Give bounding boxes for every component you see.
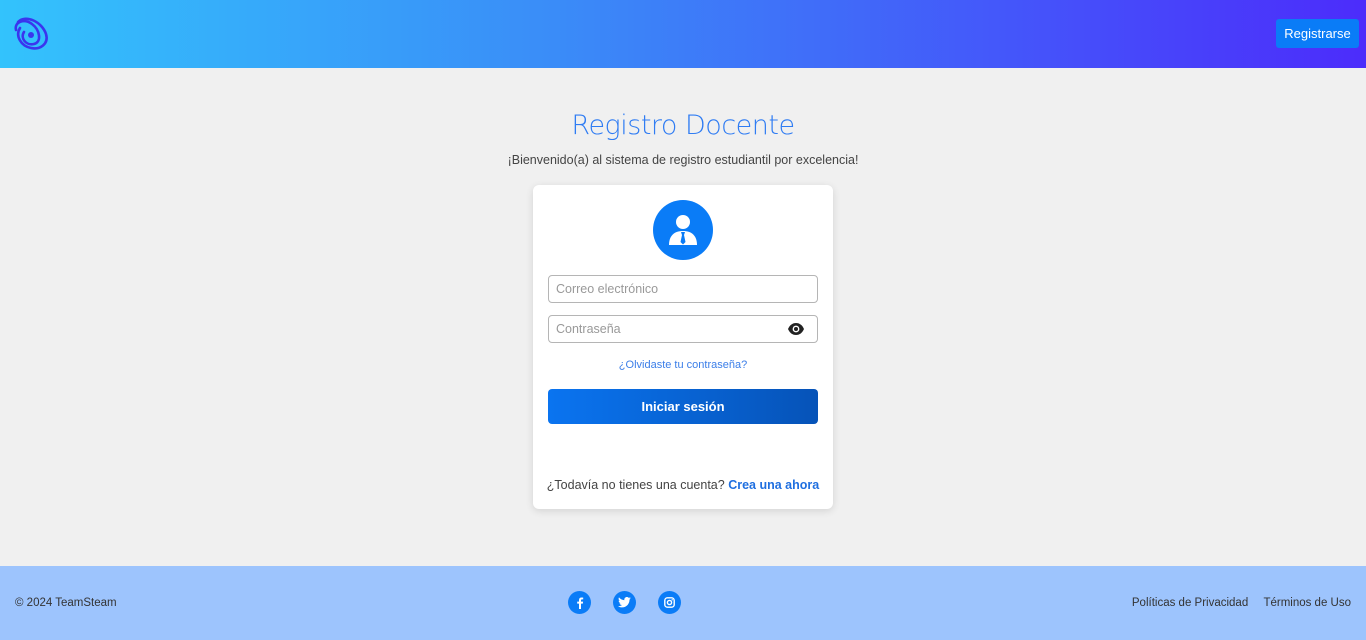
no-account-text: ¿Todavía no tienes una cuenta? [546,478,725,492]
terms-of-use-link[interactable]: Términos de Uso [1263,597,1351,609]
twitter-icon[interactable] [613,591,636,614]
avatar [653,200,713,260]
show-password-eye-icon[interactable] [787,322,805,336]
signup-prompt: ¿Todavía no tienes una cuenta? Crea una … [533,478,833,492]
forgot-password-link[interactable]: ¿Olvidaste tu contraseña? [533,359,833,371]
login-card: ¿Olvidaste tu contraseña? Iniciar sesión… [533,185,833,509]
footer-links: Políticas de Privacidad Términos de Uso [1120,597,1351,609]
email-field[interactable] [548,275,818,303]
page-title: Registro Docente [571,110,795,141]
create-account-link[interactable]: Crea una ahora [728,478,819,492]
register-button[interactable]: Registrarse [1276,19,1359,48]
login-button[interactable]: Iniciar sesión [548,389,818,424]
navbar: Registrarse [0,0,1366,68]
instagram-icon[interactable] [658,591,681,614]
teacher-user-icon [669,215,697,245]
privacy-policy-link[interactable]: Políticas de Privacidad [1132,597,1248,609]
copyright-text: © 2024 TeamSteam [15,597,117,609]
footer: © 2024 TeamSteam Políticas de Privacidad… [0,566,1366,640]
brand-logo-icon[interactable] [12,16,50,52]
facebook-icon[interactable] [568,591,591,614]
password-field[interactable] [548,315,818,343]
welcome-message: ¡Bienvenido(a) al sistema de registro es… [507,153,859,167]
